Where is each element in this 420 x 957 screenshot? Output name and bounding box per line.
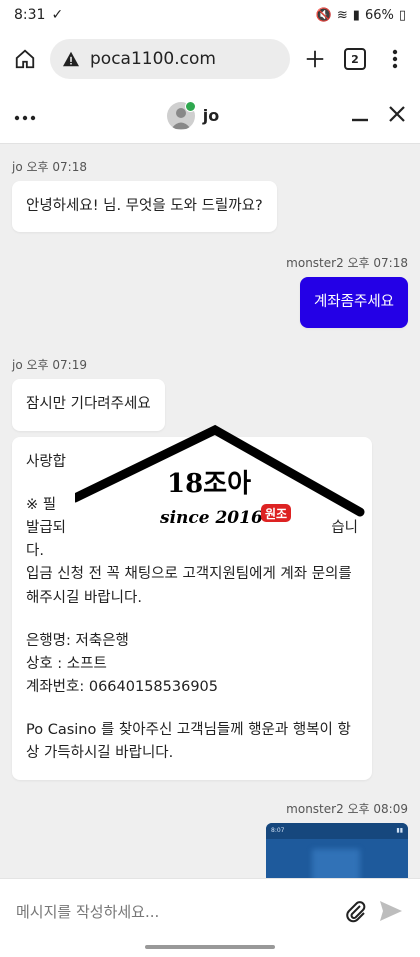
signal-icon: ▮ <box>352 7 360 23</box>
url-text: poca1100.com <box>90 49 216 69</box>
account-info-message: 사랑합 ※ 필 발급되 습니 다. 입금 신청 전 꼭 채팅으로 고객지원팀에게… <box>12 436 372 780</box>
greeting-line: 사랑합 <box>26 453 67 470</box>
issue-line-2: 다. <box>26 543 44 560</box>
agent-name: jo <box>202 106 220 125</box>
issue-text: 발급되 <box>26 519 67 536</box>
minimize-icon[interactable] <box>350 104 370 128</box>
check-icon: ✓ <box>51 7 64 23</box>
issue-line: 발급되 습니 <box>26 517 358 540</box>
agent-info: jo <box>166 100 220 130</box>
attach-icon[interactable] <box>344 893 368 927</box>
message-composer: 메시지를 작성하세요... <box>0 878 420 957</box>
tab-count: 2 <box>344 48 366 70</box>
user-message: 계좌좀주세요 <box>299 277 408 329</box>
status-bar: 8:31 ✓ 🔇 ≋ ▮ 66% ▯ <box>0 0 420 30</box>
message-input[interactable]: 메시지를 작성하세요... <box>16 893 334 922</box>
chat-header: jo <box>0 88 420 144</box>
status-time: 8:31 <box>14 7 46 23</box>
address-bar[interactable]: poca1100.com <box>50 39 290 79</box>
account-line: 계좌번호: 06640158536905 <box>26 679 219 696</box>
message-list[interactable]: jo 오후 07:18 안녕하세요! 님. 무엇을 도와 드릴까요? monst… <box>0 144 420 878</box>
agent-message: 잠시만 기다려주세요 <box>12 379 165 431</box>
tab-switcher-button[interactable]: 2 <box>340 44 370 74</box>
message-meta: jo 오후 07:18 <box>12 160 87 174</box>
send-icon[interactable] <box>378 893 404 927</box>
company-line: 상호 : 소프트 <box>26 655 107 672</box>
battery-level: 66% <box>364 7 394 23</box>
image-blurred-area <box>312 848 360 878</box>
close-icon[interactable] <box>388 105 406 127</box>
issue-tail: 습니 <box>331 519 358 536</box>
image-time: 8:07 <box>271 827 285 835</box>
more-vert-icon[interactable] <box>380 44 410 74</box>
battery-icon: ▯ <box>398 7 406 23</box>
message-meta: jo 오후 07:19 <box>12 358 87 373</box>
closing-line: Po Casino 를 찾아주신 고객님들께 행운과 행복이 항상 가득하시길 … <box>26 722 351 762</box>
browser-toolbar: poca1100.com 2 <box>0 30 420 88</box>
avatar-wrap <box>166 100 196 130</box>
message-meta: monster2 오후 08:09 <box>286 801 408 816</box>
message-meta: monster2 오후 07:18 <box>286 256 408 271</box>
bank-line: 은행명: 저축은행 <box>26 632 129 649</box>
agent-message: 안녕하세요! 님. 무엇을 도와 드릴까요? <box>12 181 277 233</box>
chat-menu-icon[interactable] <box>14 106 36 125</box>
notice-line: ※ 필 <box>26 496 57 513</box>
image-statusbar: 8:07 ▮▮ <box>266 822 408 839</box>
gesture-bar <box>145 945 275 949</box>
new-tab-icon[interactable] <box>300 44 330 74</box>
mute-icon: 🔇 <box>315 7 332 23</box>
home-icon[interactable] <box>10 44 40 74</box>
wifi-icon: ≋ <box>336 7 348 23</box>
image-attachment[interactable]: 8:07 ▮▮ <box>266 822 408 878</box>
inquiry-line: 입금 신청 전 꼭 채팅으로 고객지원팀에게 계좌 문의를 해주시길 바랍니다. <box>26 566 352 606</box>
image-signal-icon: ▮▮ <box>396 827 403 835</box>
warning-icon <box>63 51 79 67</box>
online-status-dot <box>184 100 196 112</box>
